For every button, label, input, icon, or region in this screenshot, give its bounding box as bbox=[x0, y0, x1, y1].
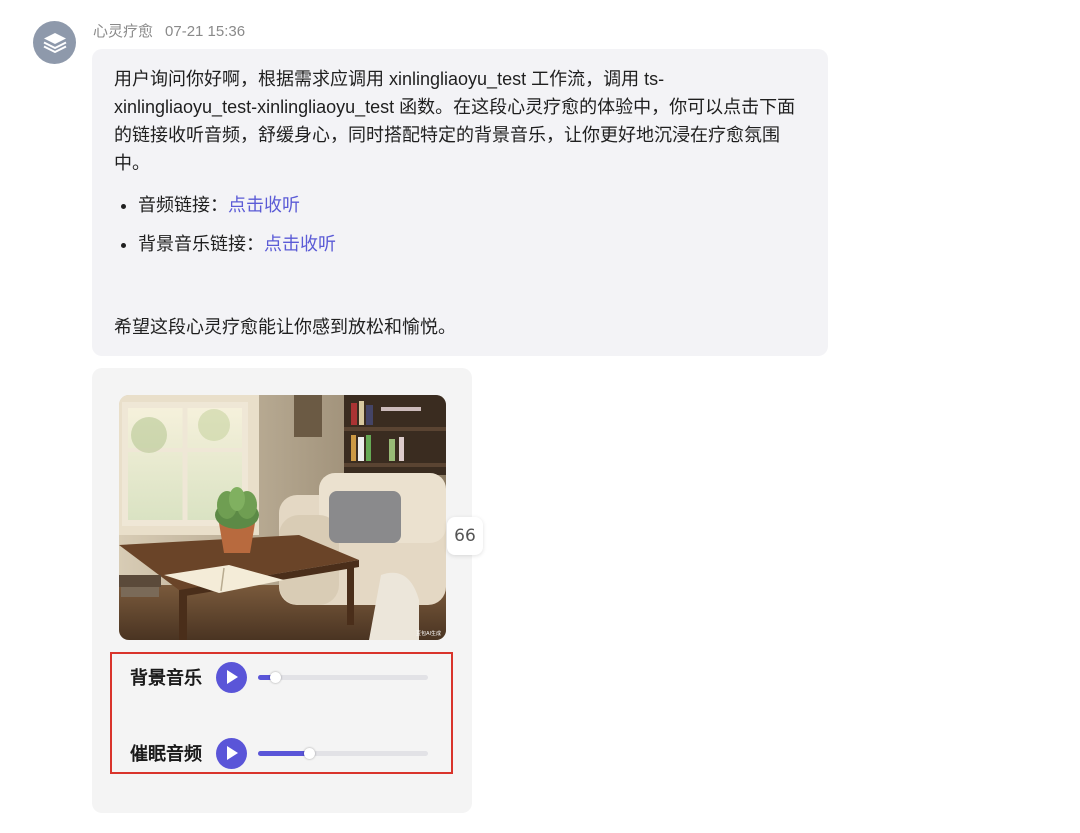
timestamp: 07-21 15:36 bbox=[165, 23, 246, 40]
play-icon bbox=[226, 670, 238, 684]
layers-icon bbox=[43, 32, 66, 53]
message-intro: 用户询问你好啊，根据需求应调用 xinlingliaoyu_test 工作流，调… bbox=[114, 69, 796, 173]
bullet-label: 音频链接： bbox=[138, 195, 228, 215]
play-bgm-button[interactable] bbox=[216, 661, 247, 693]
quote-icon[interactable]: 66 bbox=[447, 517, 483, 555]
bgm-progress-slider[interactable] bbox=[258, 671, 428, 683]
message-meta: 心灵疗愈 07-21 15:36 bbox=[93, 23, 245, 41]
progress-knob[interactable] bbox=[270, 671, 281, 683]
track-row-hypnosis: 催眠音频 bbox=[130, 736, 428, 770]
link-list: 音频链接：点击收听 背景音乐链接：点击收听 bbox=[114, 191, 806, 258]
avatar[interactable] bbox=[33, 21, 76, 64]
message-bubble: 用户询问你好啊，根据需求应调用 xinlingliaoyu_test 工作流，调… bbox=[92, 49, 828, 356]
bullet-label: 背景音乐链接： bbox=[138, 234, 264, 254]
list-item-audio-link: 音频链接：点击收听 bbox=[138, 191, 806, 219]
audio-listen-link[interactable]: 点击收听 bbox=[228, 195, 300, 215]
message-closing: 希望这段心灵疗愈能让你感到放松和愉悦。 bbox=[114, 317, 456, 337]
list-item-bgm-link: 背景音乐链接：点击收听 bbox=[138, 230, 806, 258]
track-row-bgm: 背景音乐 bbox=[130, 660, 428, 694]
quote-icon-glyph: 66 bbox=[454, 526, 476, 546]
sender-name: 心灵疗愈 bbox=[93, 23, 154, 40]
cozy-room-image[interactable]: 豆包AI生成 bbox=[119, 395, 446, 640]
progress-knob[interactable] bbox=[304, 747, 315, 759]
track-label: 催眠音频 bbox=[130, 744, 202, 764]
image-watermark: 豆包AI生成 bbox=[416, 630, 441, 637]
hypnosis-progress-slider[interactable] bbox=[258, 747, 428, 759]
progress-fill bbox=[258, 750, 309, 756]
play-icon bbox=[226, 746, 238, 760]
bgm-listen-link[interactable]: 点击收听 bbox=[264, 234, 336, 254]
track-label: 背景音乐 bbox=[130, 668, 202, 688]
play-hypnosis-button[interactable] bbox=[216, 737, 247, 769]
